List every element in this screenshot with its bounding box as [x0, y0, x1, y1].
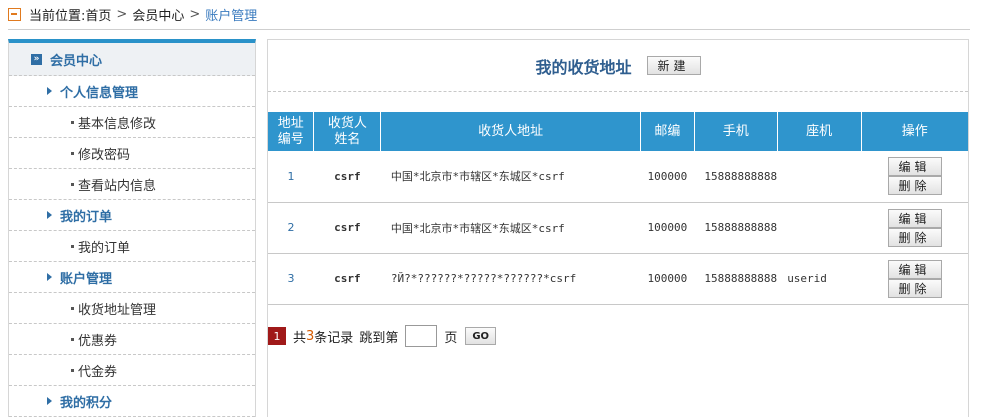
cell-name: csrf — [313, 253, 381, 305]
main-panel: 我的收货地址 新建 地址 编号 收货人 姓名 收货人地址 邮编 手机 座机 操作… — [267, 39, 969, 417]
sidebar-item-label: 代金券 — [78, 364, 118, 380]
breadcrumb-home-link[interactable]: 首页 — [85, 5, 111, 24]
address-table: 地址 编号 收货人 姓名 收货人地址 邮编 手机 座机 操作 1 csrf 中国… — [268, 112, 968, 305]
sidebar-item-vouchers[interactable]: 代金券 — [9, 355, 255, 386]
cell-tel — [777, 202, 862, 254]
edit-button[interactable]: 编辑 — [887, 208, 942, 228]
sidebar-item-messages[interactable]: 查看站内信息 — [9, 169, 255, 200]
sidebar-group-label: 个人信息管理 — [60, 85, 139, 101]
sidebar-header-label: 会员中心 — [50, 53, 103, 69]
breadcrumb-current: 账户管理 — [205, 9, 258, 24]
total-suffix: 条记录 — [314, 330, 354, 346]
sidebar: » 会员中心 个人信息管理 基本信息修改 修改密码 查看站内信息 我的订单 我的… — [8, 39, 256, 417]
delete-button[interactable]: 删除 — [887, 278, 942, 298]
breadcrumb-separator: > — [116, 7, 128, 22]
cell-actions: 编辑 删除 — [861, 202, 968, 254]
sidebar-item-password[interactable]: 修改密码 — [9, 138, 255, 169]
sidebar-item-label: 修改密码 — [78, 147, 131, 163]
total-count: 3 — [306, 328, 315, 344]
delete-button[interactable]: 删除 — [887, 227, 942, 247]
sidebar-group-label: 我的积分 — [60, 395, 113, 411]
cell-tel: userid — [777, 253, 862, 305]
pagination: 1 共 3 条记录 跳到第 页 GO — [268, 325, 497, 347]
cell-address: ?Й?*??????*?????*??????*csrf — [380, 253, 641, 305]
column-header-mobile: 手机 — [694, 112, 778, 151]
sidebar-item-my-orders[interactable]: 我的订单 — [9, 231, 255, 262]
breadcrumb: 当前位置: 首页 > 会员中心 > 账户管理 — [8, 0, 970, 30]
page-title: 我的收货地址 — [535, 57, 632, 77]
cell-mobile: 15888888888 — [694, 253, 778, 305]
delete-button[interactable]: 删除 — [887, 176, 942, 196]
cell-id: 2 — [268, 202, 314, 254]
table-header-row: 地址 编号 收货人 姓名 收货人地址 邮编 手机 座机 操作 — [268, 112, 968, 151]
sidebar-group-label: 账户管理 — [60, 271, 113, 287]
column-header-zip: 邮编 — [640, 112, 695, 151]
cell-zip: 100000 — [640, 151, 695, 203]
table-row: 1 csrf 中国*北京市*市辖区*东城区*csrf 100000 158888… — [268, 151, 968, 203]
cell-actions: 编辑 删除 — [861, 151, 968, 203]
page-jump-input[interactable] — [405, 325, 438, 347]
sidebar-group-points[interactable]: 我的积分 — [9, 386, 255, 417]
column-header-actions: 操作 — [861, 112, 968, 151]
bullet-icon — [71, 182, 74, 186]
edit-button[interactable]: 编辑 — [887, 259, 942, 279]
go-button[interactable]: GO — [465, 327, 497, 345]
double-chevron-icon: » — [31, 53, 42, 65]
table-row: 3 csrf ?Й?*??????*?????*??????*csrf 1000… — [268, 253, 968, 305]
cell-mobile: 15888888888 — [694, 151, 778, 203]
triangle-right-icon — [47, 211, 52, 219]
cell-actions: 编辑 删除 — [861, 253, 968, 305]
column-header-tel: 座机 — [777, 112, 862, 151]
bullet-icon — [71, 151, 74, 155]
cell-address: 中国*北京市*市辖区*东城区*csrf — [380, 151, 641, 203]
breadcrumb-separator: > — [189, 7, 201, 22]
column-header-address: 收货人地址 — [380, 112, 641, 151]
location-icon — [8, 8, 21, 21]
cell-address: 中国*北京市*市辖区*东城区*csrf — [380, 202, 641, 254]
sidebar-item-addresses[interactable]: 收货地址管理 — [9, 293, 255, 324]
bullet-icon — [71, 306, 74, 310]
triangle-right-icon — [47, 397, 52, 405]
breadcrumb-prefix: 当前位置: — [29, 9, 86, 24]
sidebar-item-label: 我的订单 — [78, 240, 131, 256]
sidebar-header[interactable]: » 会员中心 — [9, 43, 255, 76]
bullet-icon — [71, 120, 74, 124]
breadcrumb-center-link[interactable]: 会员中心 — [132, 5, 184, 24]
cell-mobile: 15888888888 — [694, 202, 778, 254]
column-header-id: 地址 编号 — [268, 112, 315, 151]
cell-name: csrf — [313, 151, 381, 203]
cell-id: 1 — [268, 151, 314, 203]
sidebar-group-profile[interactable]: 个人信息管理 — [9, 76, 255, 107]
total-prefix: 共 — [293, 330, 307, 346]
new-address-button[interactable]: 新建 — [646, 56, 701, 75]
bullet-icon — [71, 337, 74, 341]
column-header-name: 收货人 姓名 — [313, 112, 382, 151]
cell-tel — [777, 151, 862, 203]
page-unit-label: 页 — [444, 330, 458, 346]
jump-label: 跳到第 — [359, 330, 399, 346]
main-header: 我的收货地址 新建 — [268, 40, 968, 92]
sidebar-group-orders[interactable]: 我的订单 — [9, 200, 255, 231]
bullet-icon — [71, 244, 74, 248]
sidebar-group-account[interactable]: 账户管理 — [9, 262, 255, 293]
sidebar-item-basic-info[interactable]: 基本信息修改 — [9, 107, 255, 138]
triangle-right-icon — [47, 87, 52, 95]
cell-zip: 100000 — [640, 202, 695, 254]
sidebar-item-label: 收货地址管理 — [78, 302, 157, 318]
edit-button[interactable]: 编辑 — [887, 157, 942, 177]
sidebar-item-coupons[interactable]: 优惠券 — [9, 324, 255, 355]
page-number-current[interactable]: 1 — [268, 327, 286, 345]
sidebar-item-label: 查看站内信息 — [78, 178, 157, 194]
sidebar-item-label: 基本信息修改 — [78, 116, 157, 132]
cell-zip: 100000 — [640, 253, 695, 305]
sidebar-group-label: 我的订单 — [60, 209, 113, 225]
triangle-right-icon — [47, 273, 52, 281]
cell-id: 3 — [268, 253, 314, 305]
table-row: 2 csrf 中国*北京市*市辖区*东城区*csrf 100000 158888… — [268, 202, 968, 254]
bullet-icon — [71, 368, 74, 372]
cell-name: csrf — [313, 202, 381, 254]
sidebar-item-label: 优惠券 — [78, 333, 118, 349]
